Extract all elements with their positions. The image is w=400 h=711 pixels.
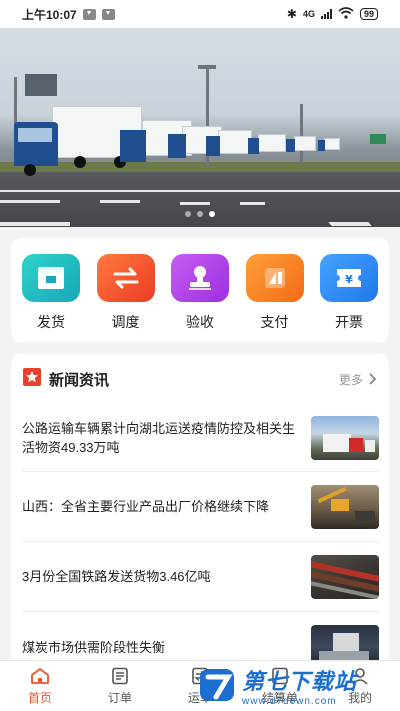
quick-actions: 发货 调度 验收 支付 ¥ 开票: [11, 238, 389, 342]
status-time: 上午10:07: [22, 7, 77, 22]
svg-text:¥: ¥: [345, 273, 353, 286]
action-ship[interactable]: 发货: [21, 254, 81, 342]
news-more-label: 更多: [338, 372, 363, 387]
news-item[interactable]: 公路运输车辆累计向湖北运送疫情防控及相关生活物资49.33万吨: [22, 404, 379, 472]
home-icon: [31, 668, 49, 684]
order-list-icon: [112, 667, 128, 685]
news-section: 新闻资讯 更多 公路运输车辆累计向湖北运送疫情防控及相关生活物资49.33万吨 …: [11, 354, 389, 664]
news-item-text: 煤炭市场供需阶段性失衡: [22, 639, 166, 655]
action-label: 调度: [111, 314, 140, 330]
network-type: 4G: [302, 9, 315, 19]
news-thumbnail: [311, 484, 379, 529]
news-header: 新闻资讯 更多: [11, 354, 389, 404]
download-notification-icon: [101, 8, 115, 20]
wifi-icon: [338, 6, 354, 22]
carousel-dot-active[interactable]: [209, 211, 215, 217]
status-bar: 上午10:07 ✱ 4G 99: [0, 0, 400, 28]
battery-indicator: 99: [359, 8, 378, 20]
tab-label: 订单: [107, 691, 132, 705]
action-inspect[interactable]: 验收: [170, 254, 230, 342]
news-item[interactable]: 3月份全国铁路发送货物3.46亿吨: [22, 542, 379, 612]
watermark: 第七下载站 www.d7down.com: [198, 659, 394, 711]
carousel-dots[interactable]: [0, 211, 400, 217]
action-label: 发货: [37, 314, 65, 330]
invoice-ticket-icon: ¥: [320, 254, 378, 302]
carousel-dot[interactable]: [197, 211, 203, 217]
news-more-link[interactable]: 更多: [339, 371, 377, 388]
news-badge-icon: [23, 367, 41, 391]
news-item[interactable]: 煤炭市场供需阶段性失衡: [22, 612, 379, 664]
tab-label: 首页: [27, 691, 52, 705]
action-pay[interactable]: 支付: [245, 254, 305, 342]
news-thumbnail: [311, 554, 379, 599]
box-ship-icon: [22, 254, 80, 302]
action-label: 开票: [335, 314, 363, 330]
watermark-url: www.d7down.com: [242, 695, 337, 707]
tab-orders[interactable]: 订单: [80, 661, 160, 711]
watermark-logo-icon: [200, 669, 234, 701]
payment-card-icon: [245, 254, 304, 302]
watermark-name: 第七下载站: [242, 668, 358, 694]
swap-arrows-icon: [96, 254, 155, 302]
bluetooth-icon: ✱: [286, 7, 297, 21]
action-label: 验收: [186, 314, 214, 330]
stamp-icon: [171, 254, 229, 302]
news-item-text: 公路运输车辆累计向湖北运送疫情防控及相关生活物资49.33万吨: [22, 420, 296, 455]
carousel-dot[interactable]: [185, 211, 191, 217]
action-invoice[interactable]: ¥ 开票: [319, 254, 379, 342]
chevron-right-icon: [369, 373, 377, 385]
news-item-text: 山西：全省主要行业产品出厂价格继续下降: [22, 499, 270, 514]
tab-home[interactable]: 首页: [0, 661, 80, 711]
signal-icon: [320, 9, 332, 19]
action-dispatch[interactable]: 调度: [96, 254, 156, 342]
news-item[interactable]: 山西：全省主要行业产品出厂价格继续下降: [22, 472, 379, 542]
banner-carousel[interactable]: [0, 22, 400, 227]
download-notification-icon: [82, 8, 96, 20]
action-label: 支付: [260, 314, 289, 330]
status-indicators: ✱ 4G 99: [286, 6, 378, 22]
news-thumbnail: [311, 415, 379, 460]
news-title: 新闻资讯: [49, 371, 110, 389]
news-item-text: 3月份全国铁路发送货物3.46亿吨: [22, 569, 211, 584]
